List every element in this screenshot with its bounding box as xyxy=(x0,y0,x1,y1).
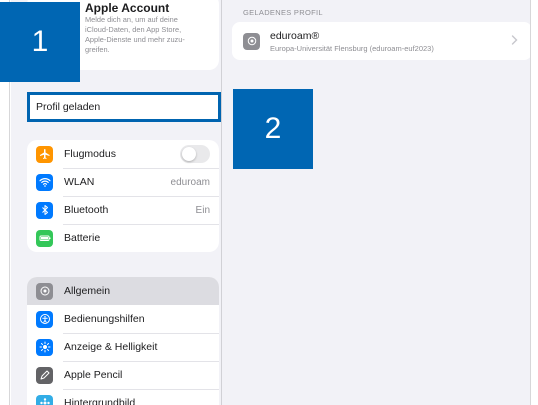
gear-icon xyxy=(36,282,53,300)
detail-pane: GELADENES PROFIL eduroam® Europa-Univers… xyxy=(221,0,530,405)
step-badge-1: 1 xyxy=(0,2,80,82)
wifi-icon xyxy=(36,173,53,191)
airplane-mode-toggle[interactable] xyxy=(180,145,210,163)
profile-subtitle: Europa-Universität Flensburg (eduroam-eu… xyxy=(270,43,434,53)
profile-text: eduroam® Europa-Universität Flensburg (e… xyxy=(270,30,511,53)
right-edge xyxy=(530,0,538,405)
sidebar-item-label: Apple Pencil xyxy=(64,369,123,381)
gear-icon xyxy=(243,32,260,50)
chevron-right-icon xyxy=(511,32,518,50)
sidebar-item-batterie[interactable]: Batterie xyxy=(27,224,219,252)
profile-name: eduroam® xyxy=(270,29,320,42)
profile-loaded-field[interactable]: Profil geladen xyxy=(27,92,221,122)
sidebar-item-wlan[interactable]: WLAN eduroam xyxy=(27,168,219,196)
account-description: Melde dich an, um auf deine iCloud-Daten… xyxy=(85,15,185,54)
toggle-knob xyxy=(182,147,196,161)
sidebar-item-flugmodus[interactable]: Flugmodus xyxy=(27,140,219,168)
step-badge-2: 2 xyxy=(233,89,313,169)
settings-group-general: Allgemein Bedienungshilfen Anzeige & Hel… xyxy=(27,277,219,405)
sidebar-item-label: Anzeige & Helligkeit xyxy=(64,341,158,353)
sidebar-item-bluetooth[interactable]: Bluetooth Ein xyxy=(27,196,219,224)
sun-icon xyxy=(36,338,53,356)
section-header: GELADENES PROFIL xyxy=(243,8,323,17)
battery-icon xyxy=(36,229,53,247)
screenshot-frame: Apple Account Melde dich an, um auf dein… xyxy=(0,0,538,405)
sidebar-item-label: Hintergrundbild xyxy=(64,397,136,405)
airplane-icon xyxy=(36,145,53,163)
sidebar-item-apple-pencil[interactable]: Apple Pencil xyxy=(27,361,219,389)
bluetooth-icon xyxy=(36,201,53,219)
sidebar-item-anzeige[interactable]: Anzeige & Helligkeit xyxy=(27,333,219,361)
wlan-value: eduroam xyxy=(170,176,210,188)
eduroam-profile-row[interactable]: eduroam® Europa-Universität Flensburg (e… xyxy=(232,22,530,60)
account-title: Apple Account xyxy=(85,1,170,15)
settings-group-connectivity: Flugmodus WLAN eduroam Bluetooth Ein Bat… xyxy=(27,140,219,252)
sidebar-item-label: Bedienungshilfen xyxy=(64,313,145,325)
accessibility-icon xyxy=(36,310,53,328)
sidebar-item-label: Batterie xyxy=(64,232,101,244)
sidebar-item-label: Flugmodus xyxy=(64,148,116,160)
wallpaper-icon xyxy=(36,394,53,405)
bluetooth-value: Ein xyxy=(195,204,210,216)
sidebar-item-label: Allgemein xyxy=(64,285,111,297)
pencil-icon xyxy=(36,366,53,384)
sidebar-item-label: Bluetooth xyxy=(64,204,109,216)
sidebar-item-bedienungshilfen[interactable]: Bedienungshilfen xyxy=(27,305,219,333)
sidebar-item-label: WLAN xyxy=(64,176,95,188)
sidebar-item-hintergrundbild[interactable]: Hintergrundbild xyxy=(27,389,219,405)
sidebar-item-allgemein[interactable]: Allgemein xyxy=(27,277,219,305)
